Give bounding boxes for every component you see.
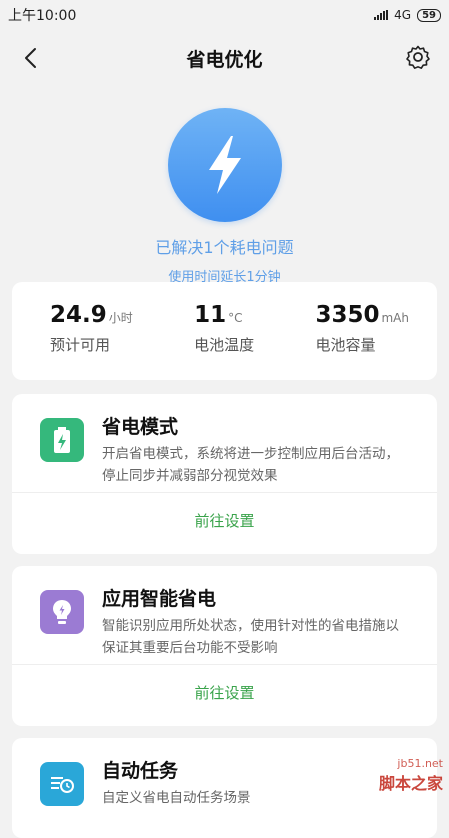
gear-icon[interactable] [405, 44, 431, 70]
battery-bolt-icon [40, 418, 84, 462]
go-to-settings-link[interactable]: 前往设置 [12, 493, 437, 547]
stat-value: 11 [194, 302, 227, 328]
stat-battery-capacity: 3350 mAh 电池容量 [315, 302, 409, 380]
stat-label: 电池容量 [315, 336, 376, 354]
app-smart-saving-card: 应用智能省电 智能识别应用所处状态，使用针对性的省电措施以保证其重要后台功能不受… [12, 566, 437, 726]
optimization-summary: 已解决1个耗电问题 使用时间延长1分钟 [0, 100, 449, 285]
stat-battery-temp: 11 °C 电池温度 [194, 302, 254, 380]
feature-title: 应用智能省电 [102, 588, 217, 610]
status-time: 上午10:00 [8, 8, 77, 24]
stat-estimated-time: 24.9 小时 预计可用 [50, 302, 133, 380]
resolved-issues-text: 已解决1个耗电问题 [155, 238, 294, 257]
back-arrow-icon[interactable] [18, 44, 46, 72]
stat-label: 电池温度 [194, 336, 255, 354]
watermark-brand: 脚本之家 [378, 774, 443, 793]
stat-value: 3350 [315, 302, 380, 328]
stat-label: 预计可用 [50, 336, 111, 354]
bulb-icon [40, 590, 84, 634]
optimize-button[interactable] [167, 108, 282, 222]
feature-description: 开启省电模式，系统将进一步控制应用后台活动，停止同步并减弱部分视觉效果 [102, 446, 399, 484]
battery-stats-card: 24.9 小时 预计可用 11 °C 电池温度 3350 mAh 电池容量 [12, 282, 437, 380]
page-title: 省电优化 [186, 48, 263, 71]
stat-unit: 小时 [108, 311, 133, 325]
lightning-bolt-icon [208, 136, 241, 194]
auto-task-card[interactable]: 自动任务 自定义省电自动任务场景 [12, 738, 437, 838]
site-watermark: jb51.net 脚本之家 [379, 757, 443, 794]
feature-title: 省电模式 [102, 416, 179, 438]
status-bar: 上午10:00 4G 59 [0, 0, 449, 30]
task-icon [40, 762, 84, 806]
feature-description: 智能识别应用所处状态，使用针对性的省电措施以保证其重要后台功能不受影响 [102, 618, 399, 656]
signal-icon [374, 10, 389, 20]
battery-icon: 59 [417, 8, 441, 22]
status-icons: 4G 59 [374, 8, 441, 22]
header: 省电优化 [0, 30, 449, 86]
feature-description: 自定义省电自动任务场景 [102, 790, 251, 806]
stat-value: 24.9 [50, 302, 107, 328]
stat-unit: mAh [381, 311, 409, 325]
watermark-site: jb51.net [397, 757, 443, 770]
go-to-settings-link[interactable]: 前往设置 [12, 665, 437, 719]
feature-title: 自动任务 [102, 760, 179, 782]
network-label: 4G [394, 8, 412, 22]
stat-unit: °C [228, 311, 243, 325]
power-saving-mode-card: 省电模式 开启省电模式，系统将进一步控制应用后台活动，停止同步并减弱部分视觉效果… [12, 394, 437, 554]
